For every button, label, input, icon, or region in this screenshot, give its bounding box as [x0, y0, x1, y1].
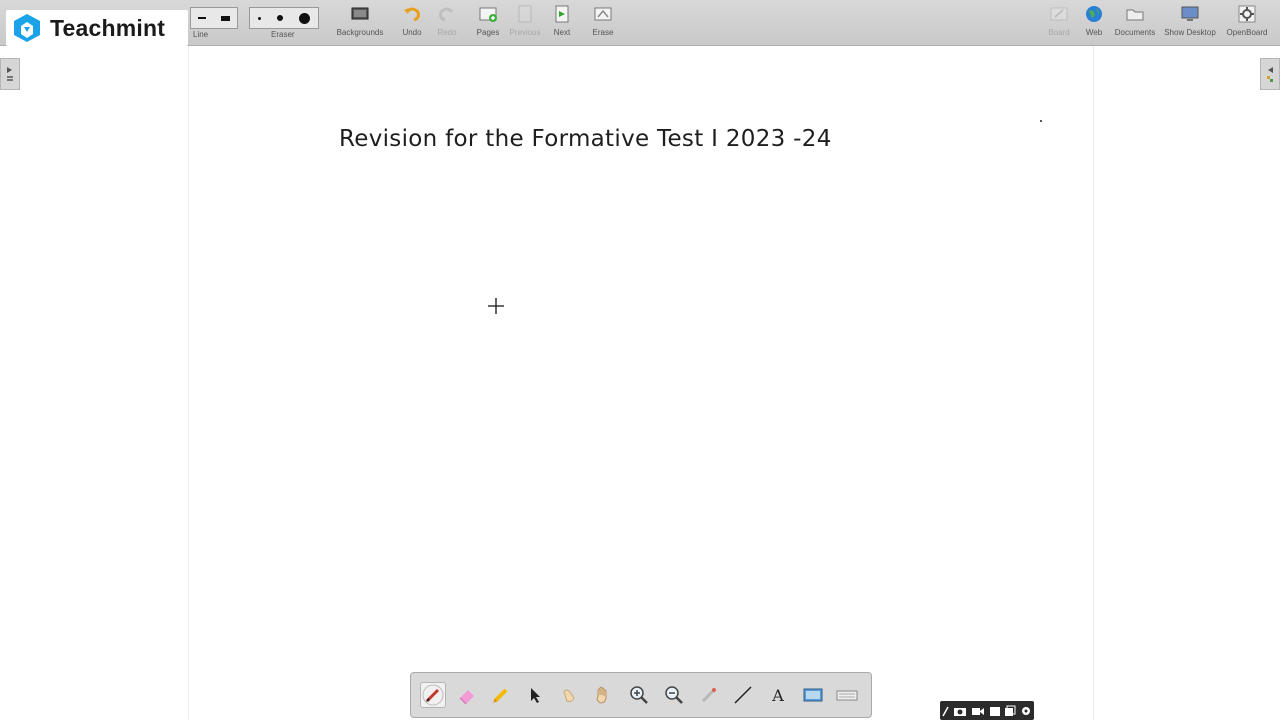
marker-tool-button[interactable]	[489, 683, 513, 707]
next-page-label: Next	[553, 28, 571, 37]
pages-label: Pages	[476, 28, 500, 37]
whiteboard-page[interactable]: Revision for the Formative Test I 2023 -…	[188, 46, 1094, 720]
next-page-button[interactable]: Next	[548, 4, 576, 42]
text-tool-button[interactable]: A	[766, 683, 790, 707]
laser-pointer-icon	[701, 688, 716, 703]
expand-left-panel-icon	[7, 67, 13, 81]
pen-icon	[422, 684, 444, 706]
board-label: Board	[1048, 28, 1070, 37]
capture-tool-button[interactable]	[801, 683, 825, 707]
line-width-selector[interactable]	[190, 7, 238, 29]
undo-label: Undo	[402, 28, 422, 37]
top-toolbar: Line Eraser Backgrounds Undo Redo Pages	[0, 0, 1280, 46]
line-thick-option[interactable]	[220, 15, 230, 21]
backgrounds-icon	[351, 7, 369, 20]
previous-page-button[interactable]: Previous	[508, 4, 542, 42]
zoom-in-icon	[630, 686, 648, 704]
keyboard-icon	[836, 690, 858, 701]
previous-page-label: Previous	[509, 28, 541, 37]
play-tool-button[interactable]	[557, 683, 581, 707]
erase-all-icon	[594, 7, 612, 21]
line-label: Line	[193, 30, 209, 39]
eraser-tool-button[interactable]	[455, 683, 479, 707]
marker-icon	[493, 688, 508, 703]
web-button[interactable]: Web	[1081, 4, 1107, 42]
backgrounds-label: Backgrounds	[336, 28, 384, 37]
desktop-icon	[1181, 6, 1199, 21]
backgrounds-button[interactable]: Backgrounds	[335, 4, 385, 42]
pen-tool-button[interactable]	[420, 682, 446, 708]
teachmint-logo-text: Teachmint	[50, 14, 166, 41]
web-label: Web	[1085, 28, 1103, 37]
erase-all-button[interactable]: Erase	[589, 4, 617, 42]
hand-icon	[596, 686, 607, 704]
teachmint-logo-icon	[14, 14, 40, 42]
pages-icon	[479, 7, 497, 22]
left-panel-toggle[interactable]	[0, 58, 20, 90]
text-icon: A	[772, 685, 784, 705]
copy-icon[interactable]	[1004, 705, 1016, 717]
hand-tool-button[interactable]	[591, 683, 615, 707]
documents-button[interactable]: Documents	[1112, 4, 1158, 42]
teachmint-logo: Teachmint	[6, 10, 188, 46]
zoom-out-tool-button[interactable]	[662, 683, 686, 707]
redo-label: Redo	[437, 28, 457, 37]
expand-right-panel-icon	[1267, 67, 1273, 82]
previous-page-icon	[518, 5, 532, 23]
pages-button[interactable]: Pages	[474, 4, 502, 42]
settings-icon	[1238, 5, 1256, 23]
zoom-out-icon	[665, 686, 683, 704]
video-camera-icon[interactable]	[971, 705, 985, 717]
right-panel-toggle[interactable]	[1260, 58, 1280, 90]
erase-all-label: Erase	[592, 28, 614, 37]
zoom-in-tool-button[interactable]	[627, 683, 651, 707]
window-icon[interactable]	[989, 705, 1001, 717]
line-tool-button[interactable]	[731, 683, 755, 707]
line-icon	[734, 686, 752, 704]
documents-label: Documents	[1114, 28, 1156, 37]
play-icon	[563, 689, 575, 703]
camera-icon[interactable]	[953, 705, 967, 717]
eraser-label: Eraser	[271, 30, 295, 39]
board-icon	[1050, 7, 1068, 21]
folder-icon	[1126, 9, 1144, 21]
pen-small-icon[interactable]	[942, 705, 950, 717]
undo-icon	[404, 7, 420, 22]
openboard-label: OpenBoard	[1226, 28, 1268, 37]
eraser-small-option[interactable]	[258, 16, 261, 20]
next-page-icon	[555, 5, 569, 23]
selector-tool-button[interactable]	[523, 683, 547, 707]
gear-icon[interactable]	[1020, 705, 1032, 717]
redo-icon	[439, 7, 454, 22]
openboard-button[interactable]: OpenBoard	[1225, 4, 1269, 42]
redo-button[interactable]: Redo	[433, 4, 461, 42]
ink-dot	[1040, 120, 1042, 122]
keyboard-tool-button[interactable]	[835, 683, 859, 707]
capture-icon	[803, 688, 823, 702]
line-thin-option[interactable]	[198, 17, 207, 19]
drawing-tools-bar: A	[410, 672, 872, 718]
undo-button[interactable]: Undo	[398, 4, 426, 42]
show-desktop-label: Show Desktop	[1164, 28, 1216, 37]
show-desktop-button[interactable]: Show Desktop	[1163, 4, 1217, 42]
page-title: Revision for the Formative Test I 2023 -…	[339, 126, 832, 152]
board-button[interactable]: Board	[1046, 4, 1072, 42]
selector-icon	[531, 688, 540, 703]
eraser-icon	[459, 690, 474, 705]
eraser-size-selector[interactable]	[249, 7, 319, 29]
laser-pointer-tool-button[interactable]	[697, 683, 721, 707]
recording-mini-bar	[940, 701, 1034, 720]
globe-icon	[1086, 6, 1102, 22]
eraser-medium-option[interactable]	[277, 15, 283, 21]
eraser-large-option[interactable]	[299, 12, 310, 24]
crosshair-cursor-icon	[488, 298, 504, 314]
